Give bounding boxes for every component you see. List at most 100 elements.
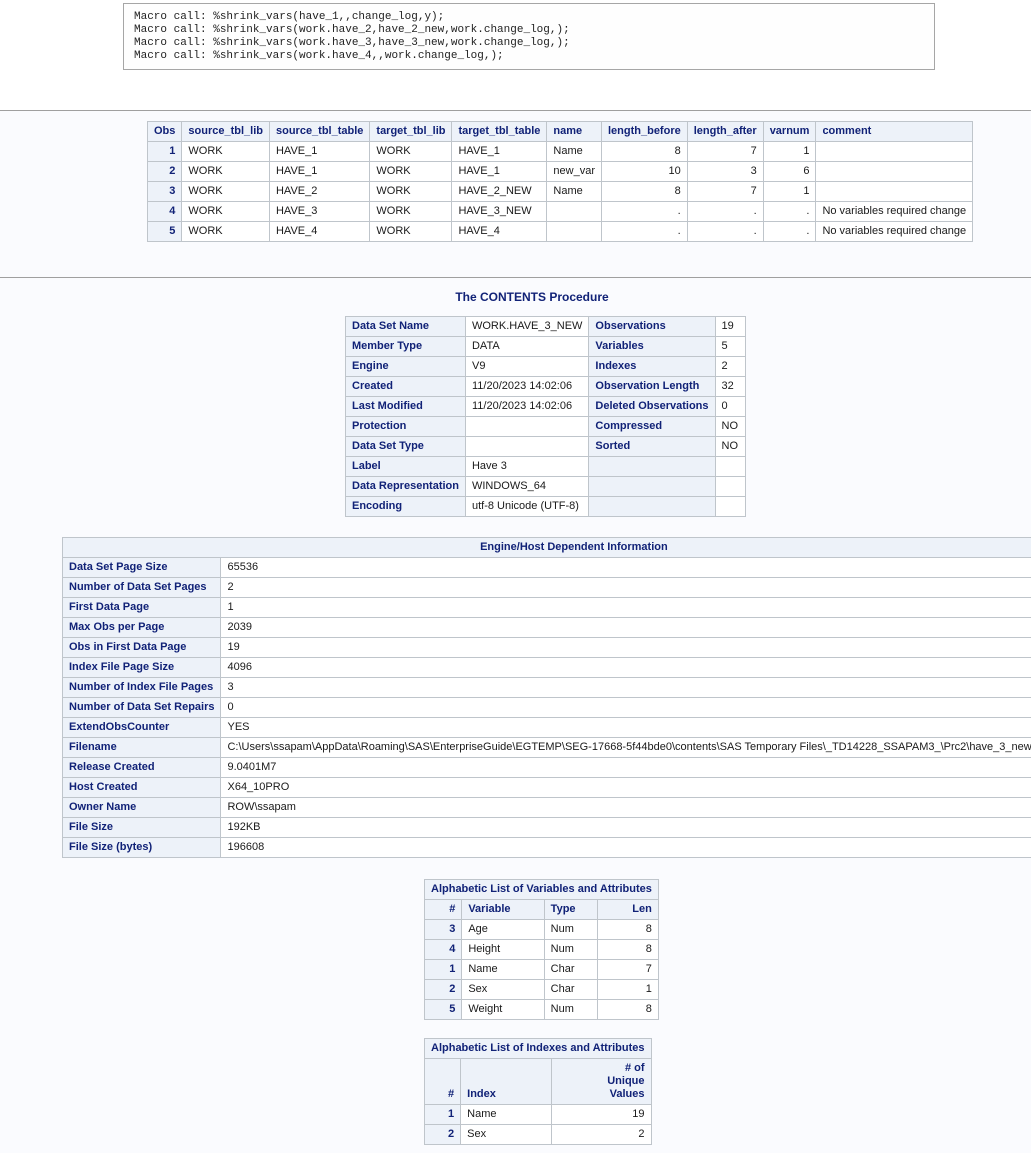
table-cell: 9.0401M7 — [221, 758, 1031, 778]
table-row: 3WORKHAVE_2WORKHAVE_2_NEWName871 — [148, 182, 973, 202]
table-cell: X64_10PRO — [221, 778, 1031, 798]
table-row: Index File Page Size4096 — [63, 658, 1031, 678]
engine-host-table: Engine/Host Dependent Information Data S… — [62, 537, 1031, 858]
indexes-table: Alphabetic List of Indexes and Attribute… — [424, 1038, 652, 1145]
caption-row: Alphabetic List of Variables and Attribu… — [425, 880, 659, 900]
column-header: Index — [461, 1059, 551, 1105]
table-cell: No variables required change — [816, 202, 973, 222]
table-cell: First Data Page — [63, 598, 221, 618]
table-cell: Release Created — [63, 758, 221, 778]
table-cell: 11/20/2023 14:02:06 — [465, 377, 588, 397]
table-cell: 3 — [148, 182, 182, 202]
table-cell: 7 — [598, 960, 658, 980]
table-cell: Host Created — [63, 778, 221, 798]
change-log-table: Obs source_tbl_lib source_tbl_table targ… — [147, 121, 973, 242]
table-cell: 2039 — [221, 618, 1031, 638]
change-log-table-head: Obs source_tbl_lib source_tbl_table targ… — [148, 122, 973, 142]
table-cell: HAVE_3 — [269, 202, 369, 222]
table-row: 1WORKHAVE_1WORKHAVE_1Name871 — [148, 142, 973, 162]
table-cell: WORK — [370, 142, 452, 162]
log-section: Macro call: %shrink_vars(have_1,,change_… — [0, 0, 1031, 110]
table-cell: WORK — [182, 182, 270, 202]
table-row: Data Set Page Size65536 — [63, 558, 1031, 578]
column-header: name — [547, 122, 602, 142]
table-cell: 7 — [687, 182, 763, 202]
table-cell: Max Obs per Page — [63, 618, 221, 638]
table-cell: 11/20/2023 14:02:06 — [465, 397, 588, 417]
table-cell: Number of Data Set Pages — [63, 578, 221, 598]
sas-results-page: { "colors": { "header_text": "#112277", … — [0, 0, 1031, 1153]
table-cell — [715, 457, 745, 477]
table-cell: Sorted — [589, 437, 715, 457]
table-cell: 1 — [425, 960, 462, 980]
table-cell: 6 — [763, 162, 816, 182]
contents-section: The CONTENTS Procedure Data Set NameWORK… — [0, 278, 1031, 1153]
table-cell: 8 — [598, 1000, 658, 1020]
table-cell: Data Set Page Size — [63, 558, 221, 578]
table-cell: Num — [544, 920, 598, 940]
table-cell: 0 — [715, 397, 745, 417]
caption-row: Engine/Host Dependent Information — [63, 538, 1031, 558]
table-cell: Name — [547, 182, 602, 202]
table-cell: . — [763, 202, 816, 222]
table-row: Max Obs per Page2039 — [63, 618, 1031, 638]
table-cell: 1 — [598, 980, 658, 1000]
table-cell — [816, 142, 973, 162]
table-row: File Size192KB — [63, 818, 1031, 838]
table-row: FilenameC:\Users\ssapam\AppData\Roaming\… — [63, 738, 1031, 758]
table-cell: Last Modified — [346, 397, 466, 417]
table-cell — [465, 437, 588, 457]
table-cell: Weight — [462, 1000, 544, 1020]
table-cell: 65536 — [221, 558, 1031, 578]
table-cell: 8 — [598, 940, 658, 960]
table-cell: DATA — [465, 337, 588, 357]
table-cell: 5 — [715, 337, 745, 357]
table-cell: Obs in First Data Page — [63, 638, 221, 658]
table-cell: Index File Page Size — [63, 658, 221, 678]
table-cell: Label — [346, 457, 466, 477]
table-cell: HAVE_1 — [452, 142, 547, 162]
table-row: LabelHave 3 — [346, 457, 746, 477]
table-cell: 196608 — [221, 838, 1031, 858]
table-cell: 3 — [221, 678, 1031, 698]
table-caption: Alphabetic List of Variables and Attribu… — [425, 880, 659, 900]
table-cell: 8 — [601, 182, 687, 202]
table-cell: Number of Data Set Repairs — [63, 698, 221, 718]
table-cell: ExtendObsCounter — [63, 718, 221, 738]
table-cell: 19 — [715, 317, 745, 337]
table-row: 1Name19 — [425, 1105, 652, 1125]
table-cell: 3 — [425, 920, 462, 940]
table-cell: Height — [462, 940, 544, 960]
table-cell: 2 — [715, 357, 745, 377]
shrink-results-section: Obs source_tbl_lib source_tbl_table targ… — [0, 111, 1031, 277]
table-row: Data Set Type SortedNO — [346, 437, 746, 457]
table-row: 2WORKHAVE_1WORKHAVE_1new_var1036 — [148, 162, 973, 182]
table-cell: Observation Length — [589, 377, 715, 397]
table-cell: WORK — [370, 202, 452, 222]
table-row: Release Created9.0401M7 — [63, 758, 1031, 778]
table-row: 4HeightNum8 — [425, 940, 659, 960]
table-cell: HAVE_1 — [452, 162, 547, 182]
table-cell: WINDOWS_64 — [465, 477, 588, 497]
table-cell — [547, 222, 602, 242]
column-header: target_tbl_table — [452, 122, 547, 142]
table-row: Host CreatedX64_10PRO — [63, 778, 1031, 798]
table-cell — [547, 202, 602, 222]
table-cell: Engine — [346, 357, 466, 377]
table-cell: 19 — [221, 638, 1031, 658]
table-cell: 3 — [687, 162, 763, 182]
table-row: Data RepresentationWINDOWS_64 — [346, 477, 746, 497]
table-cell: Num — [544, 1000, 598, 1020]
table-cell: HAVE_1 — [269, 142, 369, 162]
engine-host-body: Data Set Page Size65536Number of Data Se… — [63, 558, 1031, 858]
column-header: length_before — [601, 122, 687, 142]
table-cell: Number of Index File Pages — [63, 678, 221, 698]
table-cell: ROW\ssapam — [221, 798, 1031, 818]
table-cell: . — [601, 202, 687, 222]
variables-body: 3AgeNum84HeightNum81NameChar72SexChar15W… — [425, 920, 659, 1020]
change-log-table-body: 1WORKHAVE_1WORKHAVE_1Name871 2WORKHAVE_1… — [148, 142, 973, 242]
table-cell: 8 — [601, 142, 687, 162]
column-header: Len — [598, 900, 658, 920]
table-cell: 1 — [763, 142, 816, 162]
table-row: Last Modified11/20/2023 14:02:06Deleted … — [346, 397, 746, 417]
